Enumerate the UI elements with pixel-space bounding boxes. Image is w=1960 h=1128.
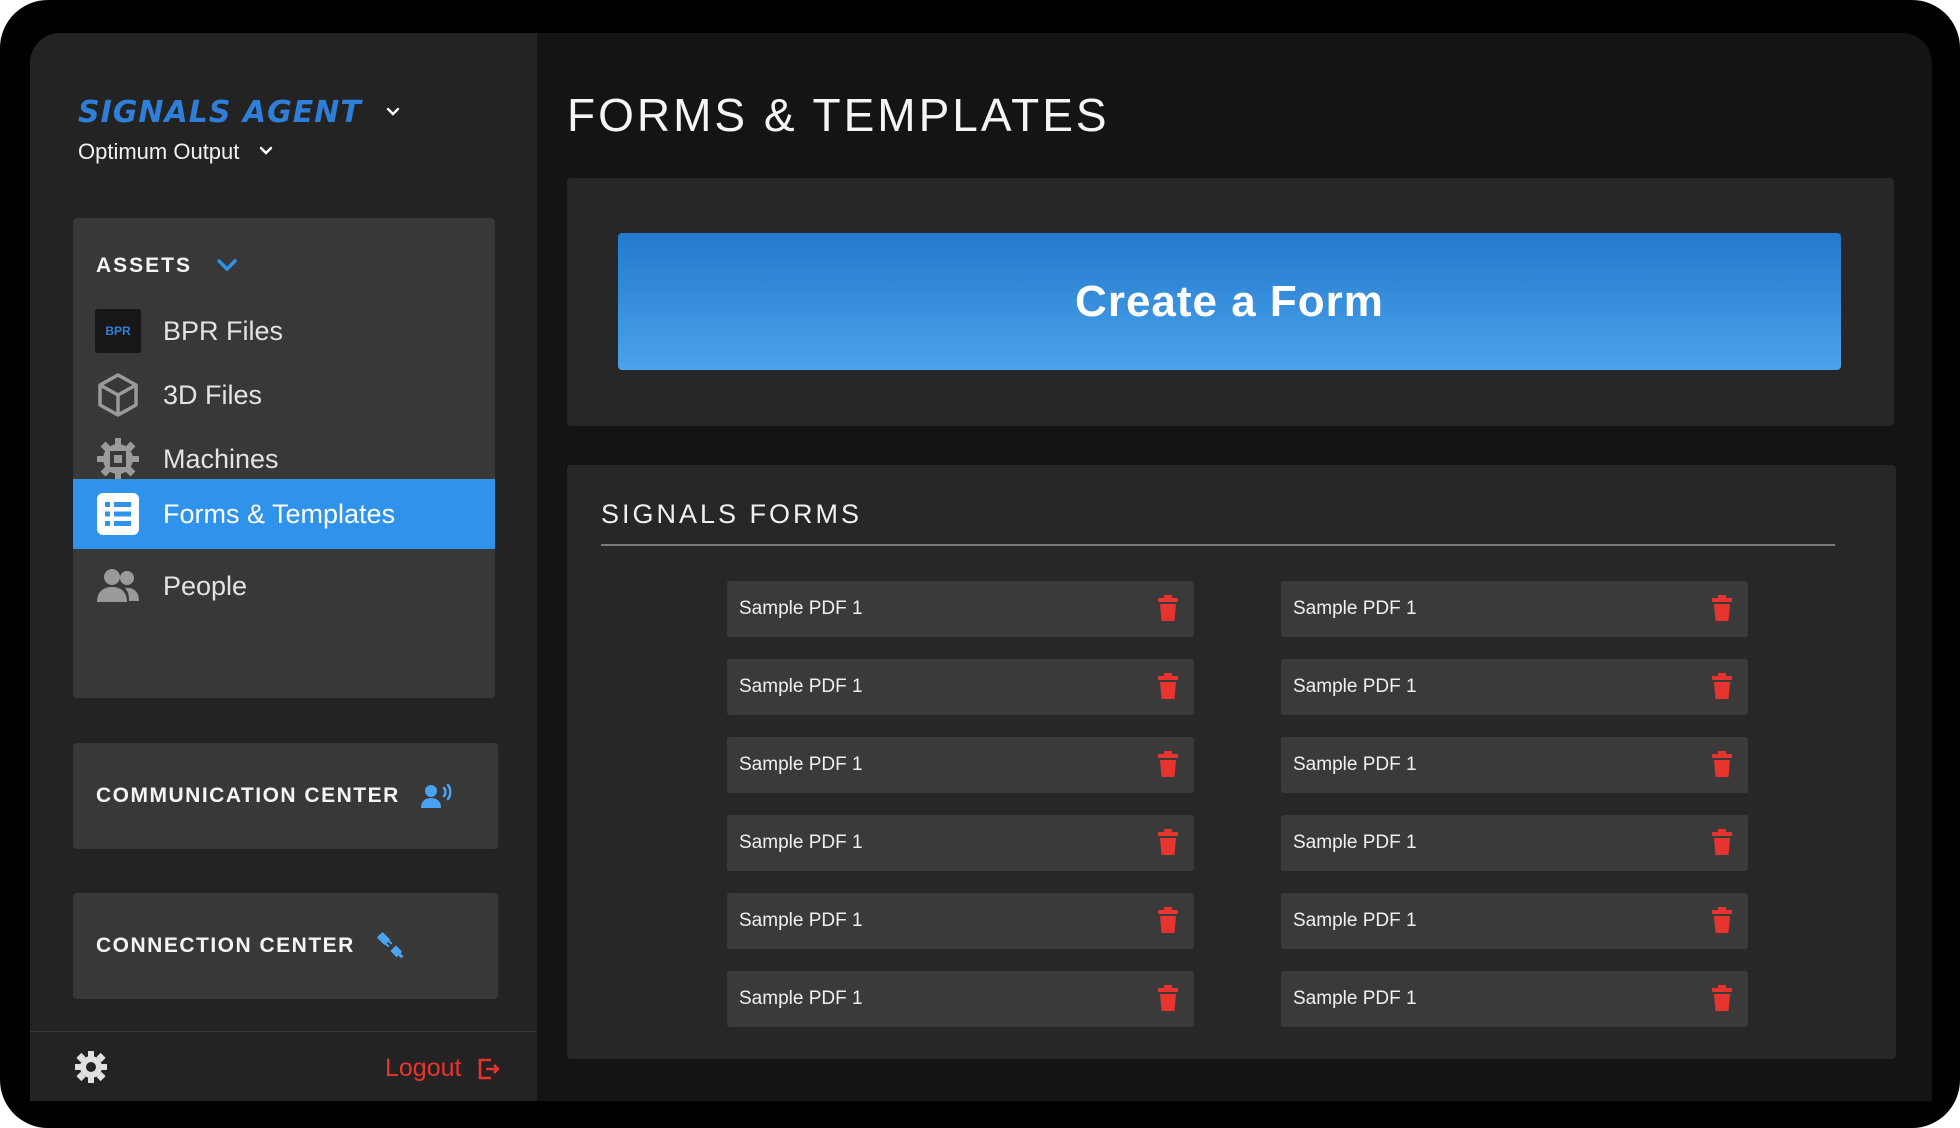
chevron-down-icon [386,104,400,122]
communication-center-button[interactable]: COMMUNICATION CENTER [73,743,498,849]
trash-icon[interactable] [1712,907,1732,939]
trash-icon[interactable] [1158,829,1178,861]
trash-icon[interactable] [1158,907,1178,939]
logout-label: Logout [385,1054,462,1082]
trash-icon[interactable] [1712,595,1732,627]
form-card-label: Sample PDF 1 [1293,832,1417,853]
chevron-down-icon [216,254,238,278]
trash-icon[interactable] [1712,751,1732,783]
create-form-button[interactable]: Create a Form [618,233,1841,370]
sidebar-item-label: 3D Files [163,379,263,410]
trash-icon[interactable] [1712,829,1732,861]
forms-heading: SIGNALS FORMS [601,499,863,529]
sidebar-item-label: Machines [163,443,279,474]
form-card-label: Sample PDF 1 [1293,754,1417,775]
cube-icon [95,372,141,418]
form-card-label: Sample PDF 1 [739,988,863,1009]
logout-button[interactable]: Logout [385,1054,501,1083]
brand-switcher[interactable]: SIGNALS AGENT [78,95,400,130]
form-card[interactable]: Sample PDF 1 [1281,737,1748,793]
form-card-label: Sample PDF 1 [739,832,863,853]
organization-name: Optimum Output [78,139,240,164]
sidebar-item-people[interactable]: People [73,551,495,621]
create-form-panel: Create a Form [567,178,1894,426]
gear-icon[interactable] [74,1050,108,1089]
form-card[interactable]: Sample PDF 1 [727,815,1194,871]
form-card[interactable]: Sample PDF 1 [1281,581,1748,637]
page-title: FORMS & TEMPLATES [567,89,1110,141]
form-card-label: Sample PDF 1 [739,676,863,697]
form-card[interactable]: Sample PDF 1 [1281,971,1748,1027]
main-content: FORMS & TEMPLATES Create a Form SIGNALS … [537,33,1932,1101]
sidebar: SIGNALS AGENT Optimum Output ASSETS BPR … [30,33,537,1101]
form-card[interactable]: Sample PDF 1 [1281,893,1748,949]
people-icon [95,563,141,609]
logout-icon [477,1057,501,1081]
chevron-down-icon [259,143,273,161]
connection-center-button[interactable]: CONNECTION CENTER [73,893,498,999]
trash-icon[interactable] [1158,751,1178,783]
sidebar-item-bpr-files[interactable]: BPR BPR Files [73,296,495,366]
form-card-label: Sample PDF 1 [1293,910,1417,931]
form-card-label: Sample PDF 1 [739,598,863,619]
sidebar-item-label: People [163,570,248,601]
assets-toggle[interactable]: ASSETS [96,254,238,278]
form-card[interactable]: Sample PDF 1 [727,893,1194,949]
sidebar-item-3d-files[interactable]: 3D Files [73,360,495,430]
divider [601,544,1835,546]
sidebar-footer: Logout [30,1031,537,1101]
sidebar-item-forms-templates[interactable]: Forms & Templates [73,479,495,549]
form-card-label: Sample PDF 1 [1293,988,1417,1009]
assets-heading: ASSETS [96,254,193,277]
device-frame: SIGNALS AGENT Optimum Output ASSETS BPR … [0,0,1960,1128]
bpr-icon: BPR [95,308,141,354]
app-screen: SIGNALS AGENT Optimum Output ASSETS BPR … [30,33,1932,1101]
trash-icon[interactable] [1712,985,1732,1017]
list-icon [95,491,141,537]
communication-center-label: COMMUNICATION CENTER [96,784,400,807]
plug-icon [375,930,407,962]
form-card[interactable]: Sample PDF 1 [1281,815,1748,871]
form-card-label: Sample PDF 1 [1293,598,1417,619]
trash-icon[interactable] [1158,595,1178,627]
trash-icon[interactable] [1158,985,1178,1017]
voice-person-icon [420,782,452,810]
signals-forms-panel: SIGNALS FORMS Sample PDF 1 Sample PDF 1 Sa… [567,465,1896,1059]
form-card-label: Sample PDF 1 [739,910,863,931]
form-card[interactable]: Sample PDF 1 [727,971,1194,1027]
assets-section: ASSETS BPR BPR Files 3D Files Machines F… [73,218,495,698]
trash-icon[interactable] [1712,673,1732,705]
connection-center-label: CONNECTION CENTER [96,934,355,957]
organization-switcher[interactable]: Optimum Output [78,139,273,165]
form-card-label: Sample PDF 1 [739,754,863,775]
form-card[interactable]: Sample PDF 1 [727,737,1194,793]
form-card[interactable]: Sample PDF 1 [1281,659,1748,715]
sidebar-item-label: BPR Files [163,315,284,346]
sidebar-item-label: Forms & Templates [163,498,396,529]
cog-chip-icon [95,436,141,482]
form-card[interactable]: Sample PDF 1 [727,659,1194,715]
brand-name: SIGNALS AGENT [78,95,362,130]
form-card[interactable]: Sample PDF 1 [727,581,1194,637]
trash-icon[interactable] [1158,673,1178,705]
form-card-label: Sample PDF 1 [1293,676,1417,697]
